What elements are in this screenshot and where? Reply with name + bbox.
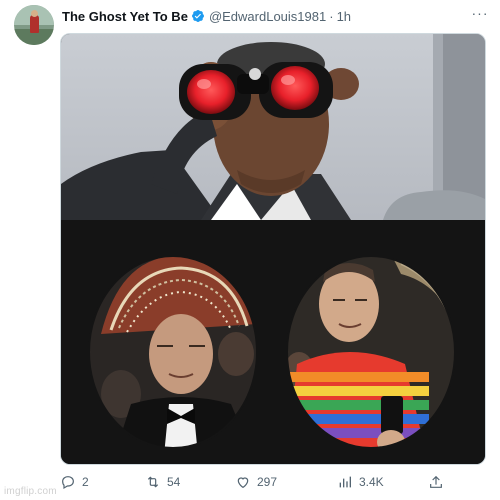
more-options-button[interactable]: ··· [470, 6, 490, 22]
retweet-icon [147, 476, 159, 488]
verified-badge-icon [191, 10, 204, 22]
share-button[interactable] [428, 470, 450, 494]
tweet-card[interactable]: The Ghost Yet To Be @EdwardLouis1981 · 1… [0, 0, 500, 500]
views-button[interactable]: 3.4K [337, 470, 384, 494]
like-button[interactable]: 297 [235, 470, 277, 494]
user-handle[interactable]: @EdwardLouis1981 [209, 9, 326, 24]
heart-icon [237, 477, 249, 489]
meme-image [61, 34, 485, 464]
view-count: 3.4K [359, 475, 384, 489]
tweet-actions-bar: 2 54 297 3.4K [60, 470, 486, 494]
retweet-button[interactable]: 54 [145, 470, 180, 494]
separator-dot: · [329, 8, 334, 24]
imgflip-watermark: imgflip.com [4, 486, 57, 497]
tweet-header: The Ghost Yet To Be @EdwardLouis1981 · 1… [62, 7, 351, 25]
reply-button[interactable]: 2 [60, 470, 89, 494]
bottom-panel-binocular-view [61, 220, 485, 464]
display-name[interactable]: The Ghost Yet To Be [62, 9, 188, 24]
like-count: 297 [257, 475, 278, 489]
avatar-figure [30, 15, 39, 33]
share-icon [430, 475, 442, 488]
user-avatar[interactable] [14, 5, 54, 45]
top-panel-photo [61, 34, 485, 220]
tweet-time[interactable]: 1h [337, 9, 351, 24]
tweet-media-image[interactable] [60, 33, 486, 465]
reply-count: 2 [82, 475, 89, 489]
views-icon [339, 476, 351, 488]
reply-icon [62, 476, 74, 490]
retweet-count: 54 [167, 475, 181, 489]
avatar-figure-head [31, 10, 38, 17]
